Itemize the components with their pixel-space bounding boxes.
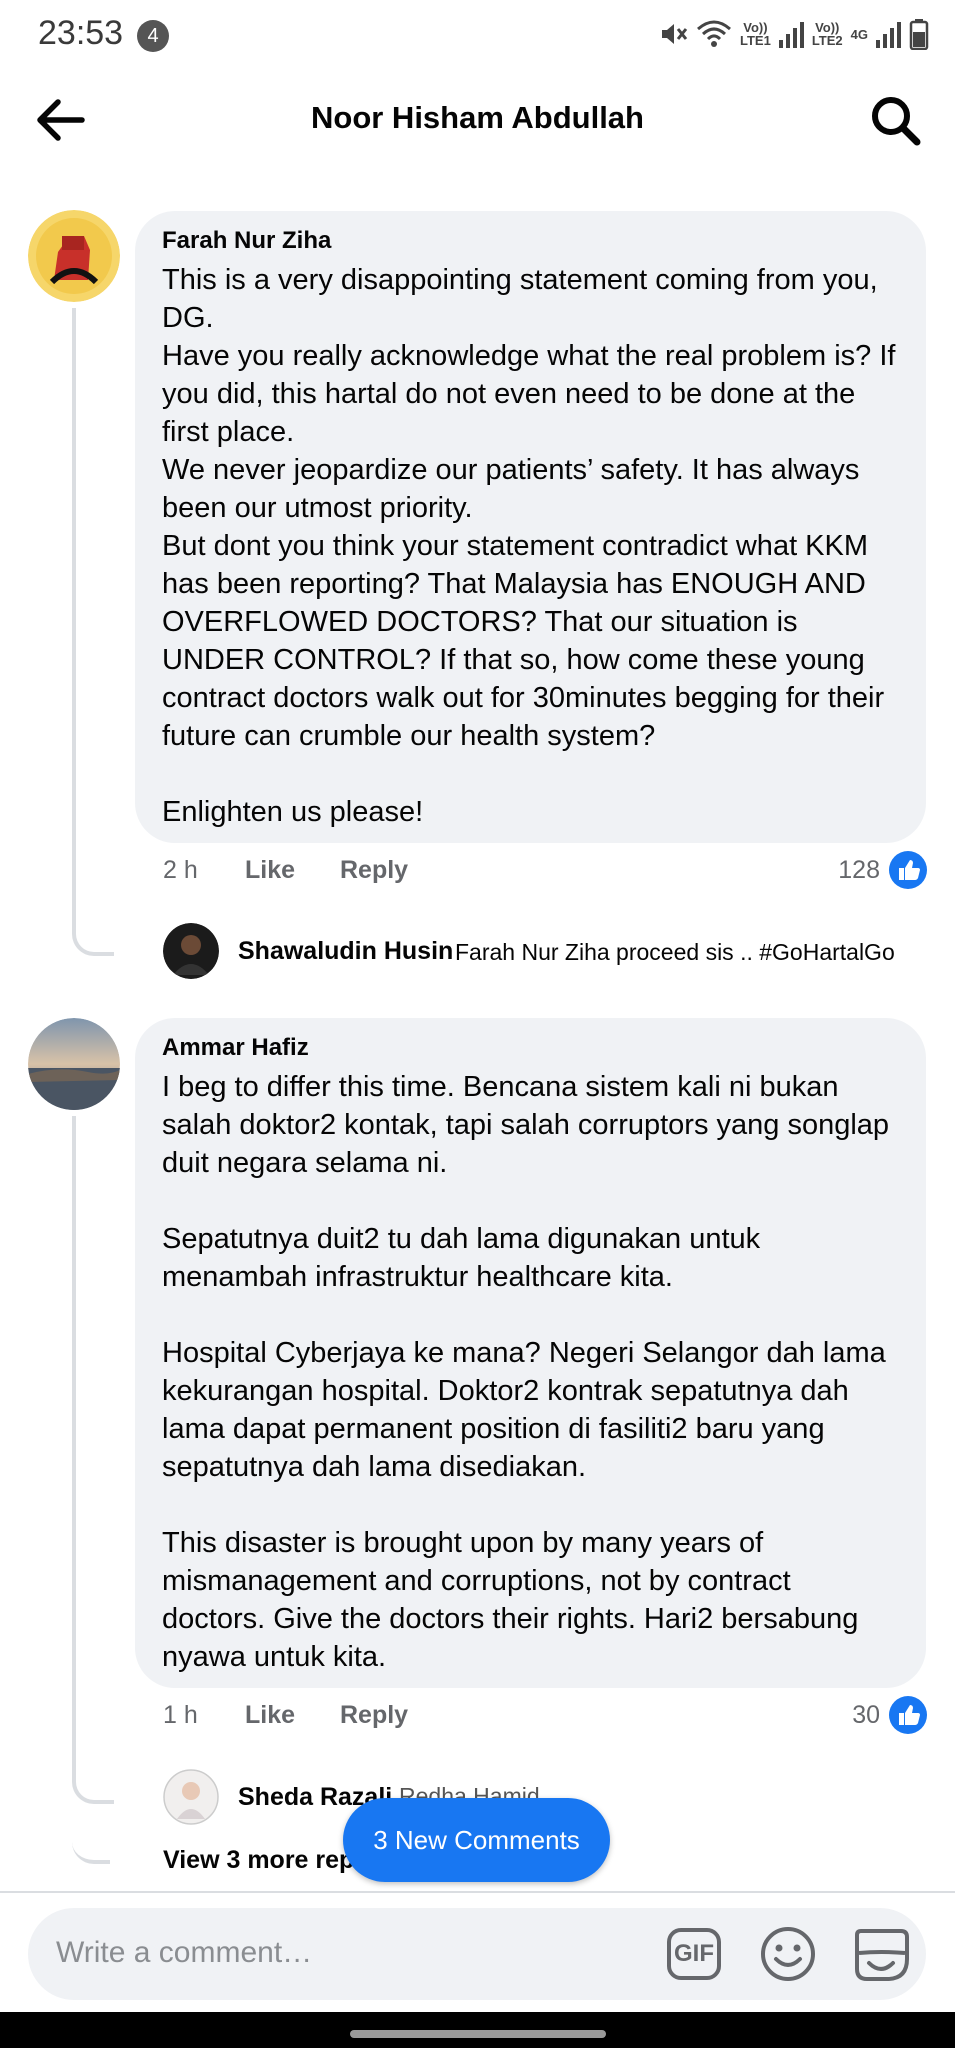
sticker-button[interactable] bbox=[851, 1923, 911, 1985]
reply-button[interactable]: Reply bbox=[340, 1701, 408, 1730]
network-type: 4G bbox=[850, 26, 868, 42]
view-more-replies-link[interactable]: View 3 more rep bbox=[163, 1846, 354, 1875]
reply-preview[interactable]: Shawaludin Husin Farah Nur Ziha proceed … bbox=[163, 923, 933, 983]
comment-actions: 1 h Like Reply bbox=[163, 1701, 563, 1741]
like-button[interactable]: Like bbox=[245, 1701, 295, 1730]
like-reaction-icon bbox=[889, 1696, 927, 1734]
wifi-icon bbox=[697, 20, 731, 47]
sim1-label: Vo)) LTE1 bbox=[740, 20, 771, 48]
emoji-button[interactable] bbox=[759, 1925, 817, 1983]
emoji-icon bbox=[761, 1927, 815, 1981]
reply-button[interactable]: Reply bbox=[340, 856, 408, 885]
comment-time: 2 h bbox=[163, 856, 198, 884]
comment-text: I beg to differ this time. Bencana siste… bbox=[162, 1071, 890, 1673]
status-bar: 23:53 4 Vo)) LTE1 Vo)) LTE2 4G bbox=[0, 0, 955, 70]
signal-icon-2 bbox=[876, 20, 901, 48]
thread-line bbox=[72, 1780, 110, 1864]
status-icons: Vo)) LTE1 Vo)) LTE2 4G bbox=[658, 14, 929, 54]
notification-count-badge: 4 bbox=[137, 20, 169, 52]
signal-icon bbox=[778, 20, 804, 48]
gif-button[interactable]: GIF bbox=[666, 1927, 722, 1981]
gif-label: GIF bbox=[674, 1940, 714, 1967]
comment-composer: GIF bbox=[28, 1908, 926, 2000]
avatar-ammar[interactable] bbox=[28, 1018, 120, 1110]
reaction-count[interactable]: 30 bbox=[780, 1701, 880, 1730]
new-comments-button[interactable]: 3 New Comments bbox=[343, 1798, 610, 1882]
comment-input[interactable] bbox=[56, 1936, 656, 1970]
home-indicator[interactable] bbox=[350, 2030, 606, 2038]
comment-time: 1 h bbox=[163, 1701, 198, 1729]
sim2-label: Vo)) LTE2 bbox=[811, 20, 843, 48]
page-title: Noor Hisham Abdullah bbox=[311, 100, 644, 135]
like-reaction-icon bbox=[889, 851, 927, 889]
avatar-shawaludin bbox=[163, 923, 219, 979]
search-button[interactable] bbox=[867, 92, 925, 150]
avatar-farah[interactable] bbox=[28, 210, 120, 302]
reply-text: Farah Nur Ziha proceed sis .. #GoHartalG… bbox=[455, 939, 895, 965]
comment-actions: 2 h Like Reply bbox=[163, 856, 563, 896]
comment-bubble[interactable]: Farah Nur Ziha This is a very disappoint… bbox=[135, 211, 926, 843]
status-time: 23:53 bbox=[38, 14, 124, 52]
sticker-icon bbox=[855, 1929, 909, 1981]
comment-text: This is a very disappointing statement c… bbox=[162, 264, 896, 828]
mute-icon bbox=[662, 24, 688, 44]
thread-line bbox=[72, 308, 114, 956]
avatar-sheda bbox=[163, 1769, 219, 1825]
comment-bubble[interactable]: Ammar Hafiz I beg to differ this time. B… bbox=[135, 1018, 926, 1688]
reaction-count[interactable]: 128 bbox=[780, 856, 880, 885]
battery-icon bbox=[909, 19, 929, 50]
comment-author[interactable]: Farah Nur Ziha bbox=[162, 227, 898, 255]
search-icon bbox=[872, 97, 921, 146]
header: Noor Hisham Abdullah bbox=[0, 70, 955, 170]
like-button[interactable]: Like bbox=[245, 856, 295, 885]
composer-divider bbox=[0, 1891, 955, 1893]
reply-author[interactable]: Shawaludin Husin bbox=[238, 937, 453, 966]
thread-line bbox=[72, 1116, 114, 1804]
comment-author[interactable]: Ammar Hafiz bbox=[162, 1034, 898, 1062]
